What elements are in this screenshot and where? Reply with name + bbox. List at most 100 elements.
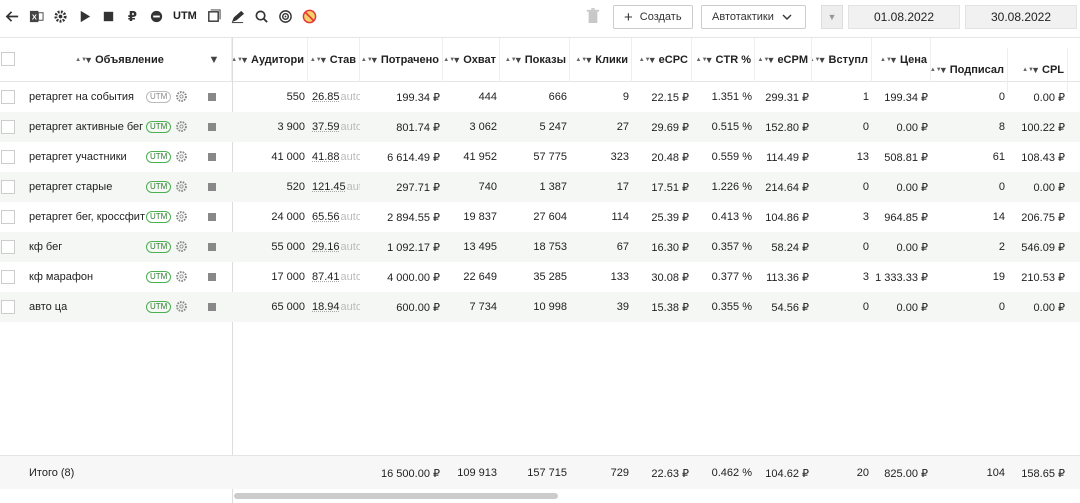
gear-icon[interactable] — [175, 270, 188, 283]
row-checkbox[interactable] — [1, 90, 15, 104]
column-header-reach[interactable]: ▲▼ ▼ Охват — [443, 38, 500, 82]
cell-stav[interactable]: 121.45auto — [308, 172, 360, 202]
status-stopped-icon[interactable] — [208, 303, 216, 311]
utm-badge[interactable]: UTM — [146, 301, 172, 313]
filter-icon[interactable]: ▼ — [240, 55, 249, 65]
date-to-field[interactable]: 30.08.2022 — [965, 5, 1077, 29]
filter-icon[interactable]: ▼ — [370, 55, 379, 65]
cell-stav[interactable]: 65.56 auto — [308, 202, 360, 232]
column-header-join[interactable]: ▲▼▼Вступл — [812, 38, 872, 82]
filter-icon[interactable]: ▼ — [767, 55, 776, 65]
column-header-aud[interactable]: ▲▼▼Аудитори — [233, 38, 308, 82]
play-icon[interactable] — [72, 4, 96, 28]
gear-icon[interactable] — [175, 180, 188, 193]
status-filter-header[interactable]: ▼ — [202, 38, 232, 82]
status-stopped-icon[interactable] — [208, 123, 216, 131]
column-header-clicks[interactable]: ▲▼ ▼ Клики — [570, 38, 632, 82]
filter-icon[interactable]: ▼ — [818, 55, 827, 65]
column-header-spent[interactable]: ▲▼ ▼ Потрачено — [360, 38, 443, 82]
gear-icon[interactable] — [175, 150, 188, 163]
bid-value[interactable]: 41.88 — [312, 151, 340, 163]
filter-icon[interactable]: ▼ — [584, 55, 593, 65]
sort-icon[interactable]: ▲▼ — [75, 57, 87, 63]
status-stopped-icon[interactable] — [208, 213, 216, 221]
status-stopped-icon[interactable] — [208, 93, 216, 101]
utm-badge[interactable]: UTM — [146, 241, 172, 253]
table-row[interactable]: ретаргет старые UTM 520 297.71 ₽ 740 1 387 17 1… — [0, 172, 1080, 202]
ad-name[interactable]: ретаргет бег, кроссфит — [29, 202, 145, 232]
filter-icon[interactable]: ▼ — [319, 55, 328, 65]
sort-icon[interactable]: ▲▼ — [361, 57, 373, 63]
bid-value[interactable]: 37.59 — [312, 121, 340, 133]
sort-icon[interactable]: ▲▼ — [233, 57, 243, 63]
row-checkbox[interactable] — [1, 120, 15, 134]
column-header-ecpm[interactable]: ▲▼ ▼ eCPM — [755, 38, 812, 82]
bid-value[interactable]: 26.85 — [312, 91, 340, 103]
back-arrow-icon[interactable] — [0, 4, 24, 28]
sort-icon[interactable]: ▲▼ — [443, 57, 455, 63]
create-button[interactable]: + Создать — [613, 5, 693, 29]
filter-icon[interactable]: ▼ — [452, 55, 461, 65]
utm-button[interactable]: UTM — [168, 10, 202, 22]
sort-icon[interactable]: ▲▼ — [758, 57, 770, 63]
autotactics-dropdown[interactable]: Автотактики — [701, 5, 806, 29]
row-checkbox[interactable] — [1, 300, 15, 314]
sort-icon[interactable]: ▲▼ — [696, 57, 708, 63]
table-row[interactable]: кф бег UTM 55 000 1 092.17 ₽ 13 495 18 753 67 1… — [0, 232, 1080, 262]
sort-icon[interactable]: ▲▼ — [575, 57, 587, 63]
filter-icon[interactable]: ▼ — [209, 54, 220, 66]
horizontal-scrollbar[interactable] — [234, 493, 558, 499]
row-checkbox[interactable] — [1, 210, 15, 224]
table-row[interactable]: ретаргет активные бег UTM 3 900 801.74 ₽ 3 0… — [0, 112, 1080, 142]
sort-icon[interactable]: ▲▼ — [812, 57, 820, 63]
utm-badge[interactable]: UTM — [146, 151, 172, 163]
utm-badge[interactable]: UTM — [146, 181, 172, 193]
ad-name[interactable]: ретаргет старые — [29, 172, 145, 202]
bid-value[interactable]: 18.94 — [312, 301, 340, 313]
filter-icon[interactable]: ▼ — [939, 65, 948, 75]
table-row[interactable]: авто ца UTM 65 000 600.00 ₽ 7 734 10 998 39 15.… — [0, 292, 1080, 322]
ad-name[interactable]: кф бег — [29, 232, 145, 262]
gear-icon[interactable] — [175, 90, 188, 103]
copy-icon[interactable] — [202, 4, 226, 28]
row-checkbox[interactable] — [1, 180, 15, 194]
sort-icon[interactable]: ▲▼ — [639, 57, 651, 63]
cell-stav[interactable]: 29.16 auto — [308, 232, 360, 262]
target-icon[interactable] — [274, 4, 298, 28]
trash-icon[interactable] — [586, 8, 602, 26]
stop-icon[interactable] — [96, 4, 120, 28]
table-row[interactable]: кф марафон UTM 17 000 4 000.00 ₽ 22 649 35 28… — [0, 262, 1080, 292]
status-stopped-icon[interactable] — [208, 183, 216, 191]
bid-value[interactable]: 65.56 — [312, 211, 340, 223]
cell-stav[interactable]: 18.94 auto — [308, 292, 360, 322]
row-checkbox[interactable] — [1, 270, 15, 284]
table-row[interactable]: ретаргет бег, кроссфит UTM 24 000 2 894.55 … — [0, 202, 1080, 232]
column-header-shows[interactable]: ▲▼ ▼ Показы — [500, 38, 570, 82]
minus-circle-icon[interactable] — [144, 4, 168, 28]
date-from-field[interactable]: 01.08.2022 — [848, 5, 960, 29]
bid-value[interactable]: 121.45 — [312, 181, 346, 193]
cell-stav[interactable]: 37.59 auto — [308, 112, 360, 142]
table-row[interactable]: ретаргет на события UTM 550 199.34 ₽ 444 666 9… — [0, 82, 1080, 112]
filter-icon[interactable]: ▼ — [514, 55, 523, 65]
excel-icon[interactable]: X — [24, 4, 48, 28]
gear-icon[interactable] — [48, 4, 72, 28]
status-stopped-icon[interactable] — [208, 273, 216, 281]
gear-icon[interactable] — [175, 210, 188, 223]
gear-icon[interactable] — [175, 240, 188, 253]
status-stopped-icon[interactable] — [208, 153, 216, 161]
ad-name[interactable]: авто ца — [29, 292, 145, 322]
column-header-ecpc[interactable]: ▲▼ ▼ eCPC — [632, 38, 692, 82]
no-entry-icon[interactable] — [298, 4, 322, 28]
utm-badge[interactable]: UTM — [146, 121, 172, 133]
sort-icon[interactable]: ▲▼ — [1022, 67, 1034, 73]
column-header-price[interactable]: ▲▼ ▼ Цена — [872, 38, 931, 82]
utm-badge[interactable]: UTM — [146, 271, 172, 283]
sort-icon[interactable]: ▲▼ — [931, 67, 942, 73]
gear-icon[interactable] — [175, 300, 188, 313]
ad-name[interactable]: ретаргет на события — [29, 82, 145, 112]
sort-icon[interactable]: ▲▼ — [505, 57, 517, 63]
ruble-icon[interactable]: ₽ — [120, 4, 144, 28]
utm-badge[interactable]: UTM — [146, 211, 172, 223]
cell-stav[interactable]: 26.85 auto — [308, 82, 360, 112]
